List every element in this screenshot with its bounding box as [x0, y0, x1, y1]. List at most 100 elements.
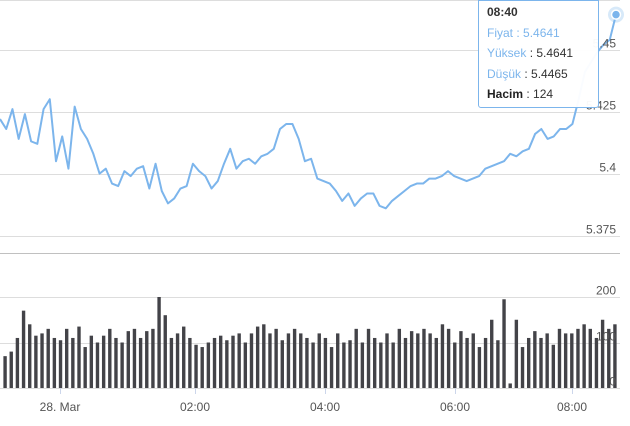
- volume-bar[interactable]: [305, 337, 309, 388]
- volume-bar[interactable]: [286, 333, 291, 388]
- volume-bar[interactable]: [188, 337, 192, 388]
- volume-bar[interactable]: [83, 347, 87, 388]
- volume-bar[interactable]: [434, 337, 438, 388]
- volume-bar[interactable]: [360, 342, 365, 389]
- volume-bar[interactable]: [446, 328, 451, 388]
- volume-bar[interactable]: [218, 335, 223, 388]
- volume-bar[interactable]: [508, 383, 512, 388]
- volume-bar[interactable]: [126, 331, 130, 389]
- volume-bar[interactable]: [249, 333, 254, 388]
- volume-bar[interactable]: [483, 337, 488, 388]
- volume-bar[interactable]: [477, 347, 482, 388]
- volume-y-tick-label: 0: [609, 375, 616, 389]
- volume-bar[interactable]: [77, 326, 81, 388]
- volume-bar[interactable]: [151, 328, 155, 388]
- volume-bar[interactable]: [52, 337, 57, 388]
- volume-bar[interactable]: [403, 337, 408, 388]
- volume-bar[interactable]: [237, 333, 241, 388]
- volume-bar[interactable]: [576, 328, 580, 388]
- volume-bar[interactable]: [533, 331, 537, 389]
- volume-bar[interactable]: [453, 342, 457, 389]
- volume-bar[interactable]: [9, 351, 13, 388]
- hover-point-marker[interactable]: [610, 9, 622, 20]
- volume-bar[interactable]: [336, 333, 340, 388]
- volume-bar[interactable]: [268, 333, 272, 388]
- volume-bar[interactable]: [329, 347, 334, 388]
- volume-bar[interactable]: [348, 340, 352, 388]
- volume-bar[interactable]: [502, 299, 506, 388]
- volume-bar[interactable]: [225, 340, 229, 388]
- volume-bar[interactable]: [21, 310, 26, 388]
- volume-bar[interactable]: [175, 333, 180, 388]
- volume-bar[interactable]: [299, 333, 303, 388]
- volume-bar[interactable]: [570, 333, 574, 388]
- stock-chart[interactable]: 5.375 5.4 5.425 5.45 0 100 200 28. Mar 02:00 04…: [0, 0, 630, 421]
- volume-bar[interactable]: [163, 315, 167, 388]
- volume-bar[interactable]: [391, 342, 395, 389]
- volume-bar[interactable]: [416, 333, 420, 388]
- volume-bar[interactable]: [120, 342, 124, 389]
- volume-bar[interactable]: [428, 333, 432, 388]
- volume-bar[interactable]: [157, 297, 161, 388]
- volume-bar[interactable]: [132, 328, 137, 388]
- volume-bar[interactable]: [3, 356, 7, 388]
- volume-bar[interactable]: [372, 337, 377, 388]
- volume-bar[interactable]: [182, 326, 186, 388]
- volume-bar[interactable]: [520, 347, 525, 388]
- volume-bar[interactable]: [563, 333, 568, 388]
- volume-bar[interactable]: [114, 337, 118, 388]
- volume-bar[interactable]: [15, 337, 20, 388]
- volume-bar[interactable]: [243, 342, 248, 389]
- volume-bar[interactable]: [212, 337, 217, 388]
- volume-bar[interactable]: [311, 342, 315, 389]
- volume-bar[interactable]: [89, 335, 94, 388]
- volume-bar[interactable]: [440, 324, 445, 388]
- volume-bar[interactable]: [594, 337, 599, 388]
- volume-bar[interactable]: [71, 337, 75, 388]
- volume-bar[interactable]: [551, 344, 556, 388]
- volume-bar[interactable]: [385, 333, 389, 388]
- volume-bar[interactable]: [354, 328, 358, 388]
- volume-bar[interactable]: [588, 328, 592, 388]
- volume-bar[interactable]: [323, 337, 328, 388]
- volume-bar[interactable]: [46, 328, 50, 388]
- volume-bar[interactable]: [262, 324, 266, 388]
- volume-bar[interactable]: [582, 324, 586, 388]
- volume-bar[interactable]: [342, 342, 346, 389]
- volume-bar[interactable]: [200, 347, 204, 388]
- volume-bar[interactable]: [459, 331, 463, 389]
- volume-bar[interactable]: [231, 335, 235, 388]
- volume-bar[interactable]: [145, 331, 149, 389]
- volume-bar[interactable]: [64, 328, 69, 388]
- volume-bar[interactable]: [58, 340, 63, 388]
- volume-bar[interactable]: [379, 342, 383, 389]
- volume-bar[interactable]: [397, 328, 402, 388]
- volume-bar[interactable]: [274, 328, 278, 388]
- volume-bar[interactable]: [169, 337, 174, 388]
- volume-bar[interactable]: [206, 342, 211, 389]
- volume-bar[interactable]: [317, 333, 321, 388]
- volume-bar[interactable]: [101, 335, 106, 388]
- volume-bar[interactable]: [490, 319, 494, 388]
- volume-bar[interactable]: [255, 326, 260, 388]
- volume-bar[interactable]: [40, 333, 44, 388]
- volume-bar[interactable]: [465, 337, 469, 388]
- volume-bar[interactable]: [422, 328, 426, 388]
- volume-bar[interactable]: [526, 337, 531, 388]
- volume-bar[interactable]: [95, 342, 100, 389]
- volume-bar[interactable]: [194, 344, 198, 388]
- volume-bar[interactable]: [496, 340, 500, 388]
- volume-bar[interactable]: [514, 319, 519, 388]
- volume-bar[interactable]: [539, 337, 543, 388]
- volume-bar[interactable]: [34, 335, 38, 388]
- volume-bar[interactable]: [108, 328, 112, 388]
- volume-bar[interactable]: [366, 328, 371, 388]
- volume-bar[interactable]: [409, 331, 414, 389]
- volume-bar[interactable]: [138, 337, 143, 388]
- volume-bar[interactable]: [292, 328, 297, 388]
- volume-bar[interactable]: [545, 333, 549, 388]
- volume-bar[interactable]: [28, 324, 32, 388]
- volume-bar[interactable]: [280, 340, 284, 388]
- volume-bar[interactable]: [557, 328, 562, 388]
- volume-bar[interactable]: [471, 333, 475, 388]
